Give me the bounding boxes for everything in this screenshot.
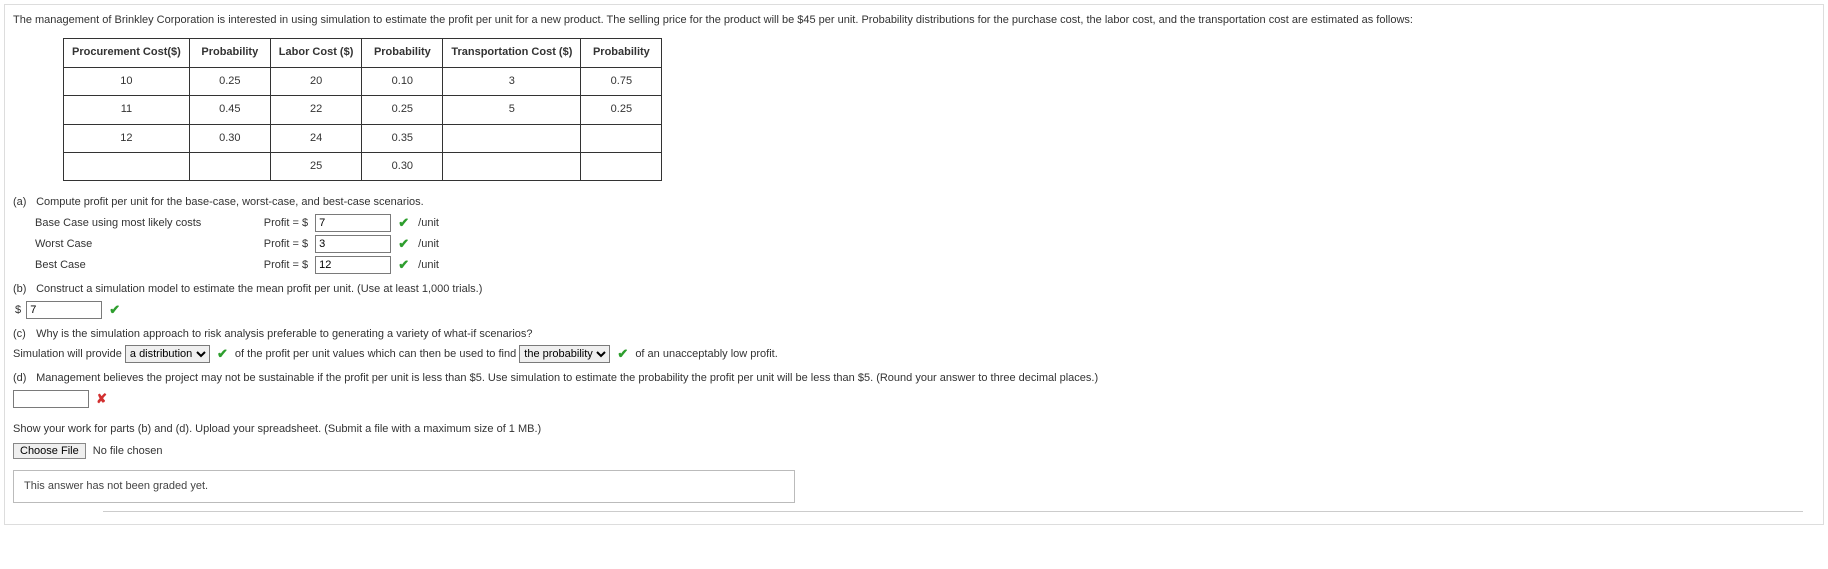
- col-header: Probability: [581, 39, 662, 67]
- select-probability[interactable]: the probability: [519, 345, 610, 363]
- cell: 0.45: [189, 96, 270, 124]
- check-icon: ✔: [217, 346, 228, 361]
- check-icon: ✔: [398, 236, 409, 251]
- unit-label: /unit: [418, 238, 439, 250]
- profit-label: Profit = $: [238, 258, 312, 273]
- scenario-label: Best Case: [35, 258, 235, 273]
- cell: [189, 152, 270, 180]
- part-a-prompt: Compute profit per unit for the base-cas…: [36, 195, 424, 210]
- cell: 0.75: [581, 67, 662, 95]
- part-a-answers: Base Case using most likely costs Profit…: [35, 214, 1815, 275]
- cell: [64, 152, 190, 180]
- base-case-input[interactable]: [315, 214, 391, 232]
- table-row: 25 0.30: [64, 152, 662, 180]
- part-c-prompt: Why is the simulation approach to risk a…: [36, 327, 532, 342]
- cell: 12: [64, 124, 190, 152]
- part-b-answer: $ ✔: [13, 301, 1815, 319]
- cell: 0.25: [189, 67, 270, 95]
- check-icon: ✔: [109, 302, 120, 317]
- scenario-label: Worst Case: [35, 237, 235, 252]
- col-header: Probability: [189, 39, 270, 67]
- file-status: No file chosen: [93, 445, 163, 457]
- part-d: (d) Management believes the project may …: [13, 371, 1815, 408]
- mean-profit-input[interactable]: [26, 301, 102, 319]
- worst-case-input[interactable]: [315, 235, 391, 253]
- cost-distribution-table: Procurement Cost($) Probability Labor Co…: [63, 38, 662, 181]
- cell: 11: [64, 96, 190, 124]
- divider: [103, 511, 1803, 512]
- scenario-row: Worst Case Profit = $ ✔ /unit: [35, 235, 1815, 253]
- cell: 3: [443, 67, 581, 95]
- cell: [443, 124, 581, 152]
- cell: 25: [270, 152, 362, 180]
- part-c-answer: Simulation will provide a distribution ✔…: [13, 345, 1815, 363]
- table-row: 10 0.25 20 0.10 3 0.75: [64, 67, 662, 95]
- part-label: (c): [13, 327, 33, 342]
- profit-label: Profit = $: [238, 237, 312, 252]
- cell: 0.30: [189, 124, 270, 152]
- cell: 0.25: [362, 96, 443, 124]
- part-label: (d): [13, 371, 33, 386]
- cell: 0.30: [362, 152, 443, 180]
- upload-section: Show your work for parts (b) and (d). Up…: [13, 422, 1815, 503]
- cell: [443, 152, 581, 180]
- table-header-row: Procurement Cost($) Probability Labor Co…: [64, 39, 662, 67]
- col-header: Labor Cost ($): [270, 39, 362, 67]
- unit-label: /unit: [418, 217, 439, 229]
- unit-label: /unit: [418, 259, 439, 271]
- table-row: 11 0.45 22 0.25 5 0.25: [64, 96, 662, 124]
- cell: [581, 124, 662, 152]
- col-header: Procurement Cost($): [64, 39, 190, 67]
- part-label: (b): [13, 282, 33, 297]
- choose-file-button[interactable]: Choose File: [13, 443, 86, 459]
- text-mid: of the profit per unit values which can …: [235, 348, 516, 360]
- part-d-answer: ✘: [13, 390, 1815, 408]
- cell: 24: [270, 124, 362, 152]
- question-container: The management of Brinkley Corporation i…: [4, 4, 1824, 525]
- part-d-prompt: Management believes the project may not …: [36, 371, 1098, 386]
- dollar-sign: $: [15, 304, 21, 316]
- cell: 22: [270, 96, 362, 124]
- cell: 0.35: [362, 124, 443, 152]
- text-post: of an unacceptably low profit.: [635, 348, 777, 360]
- check-icon: ✔: [398, 215, 409, 230]
- part-b-prompt: Construct a simulation model to estimate…: [36, 282, 482, 297]
- cell: [581, 152, 662, 180]
- upload-prompt: Show your work for parts (b) and (d). Up…: [13, 422, 1815, 437]
- part-label: (a): [13, 195, 33, 210]
- cell: 0.10: [362, 67, 443, 95]
- wrong-icon: ✘: [96, 391, 107, 406]
- intro-text: The management of Brinkley Corporation i…: [13, 13, 1815, 28]
- check-icon: ✔: [617, 346, 628, 361]
- table-row: 12 0.30 24 0.35: [64, 124, 662, 152]
- scenario-label: Base Case using most likely costs: [35, 216, 235, 231]
- check-icon: ✔: [398, 257, 409, 272]
- profit-label: Profit = $: [238, 216, 312, 231]
- cell: 10: [64, 67, 190, 95]
- text-pre: Simulation will provide: [13, 348, 122, 360]
- scenario-row: Base Case using most likely costs Profit…: [35, 214, 1815, 232]
- best-case-input[interactable]: [315, 256, 391, 274]
- part-b: (b) Construct a simulation model to esti…: [13, 282, 1815, 319]
- probability-input[interactable]: [13, 390, 89, 408]
- part-c: (c) Why is the simulation approach to ri…: [13, 327, 1815, 364]
- graded-status-box: This answer has not been graded yet.: [13, 470, 795, 503]
- cell: 20: [270, 67, 362, 95]
- file-row: Choose File No file chosen: [13, 443, 1815, 459]
- select-distribution[interactable]: a distribution: [125, 345, 210, 363]
- col-header: Transportation Cost ($): [443, 39, 581, 67]
- part-a: (a) Compute profit per unit for the base…: [13, 195, 1815, 274]
- scenario-row: Best Case Profit = $ ✔ /unit: [35, 256, 1815, 274]
- cell: 0.25: [581, 96, 662, 124]
- col-header: Probability: [362, 39, 443, 67]
- cell: 5: [443, 96, 581, 124]
